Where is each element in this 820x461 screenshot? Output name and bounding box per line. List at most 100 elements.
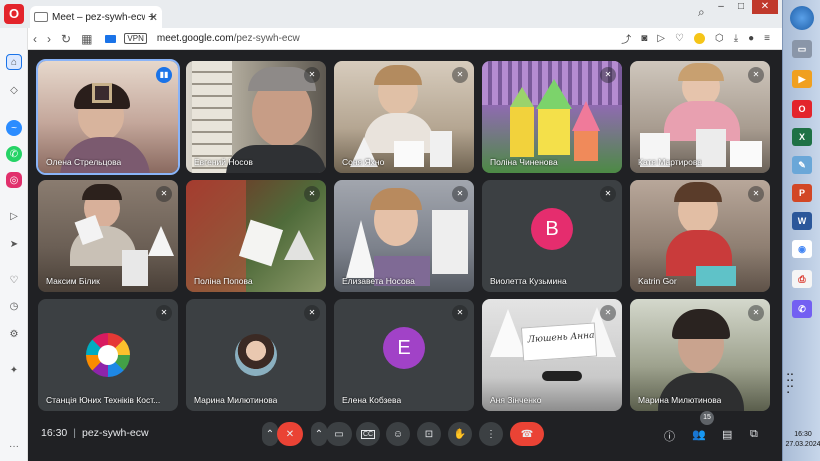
people-count-badge: 15 (700, 411, 714, 425)
sidebar-bulb-icon[interactable]: ✦ (6, 362, 22, 378)
mic-off-icon: ✕ (748, 186, 764, 202)
participant-tile[interactable]: ✕ Елизавета Носова (334, 180, 474, 292)
box-icon[interactable]: ⬡ (715, 33, 724, 44)
present-button[interactable]: ⊡ (417, 422, 441, 446)
clock-time: 16:30 (794, 431, 812, 438)
forward-icon[interactable]: › (47, 32, 51, 46)
participant-name: Елена Кобзева (342, 395, 402, 405)
back-icon[interactable]: ‹ (33, 32, 37, 46)
reload-icon[interactable]: ↻ (61, 32, 71, 46)
meeting-details-icon[interactable]: ⓘ (664, 428, 675, 444)
participant-tile[interactable]: ✕ Станція Юних Техніків Кост... (38, 299, 178, 411)
participant-tile[interactable]: ✕ Katrin Gor (630, 180, 770, 292)
opera-menu-icon[interactable]: O (4, 4, 24, 24)
send-icon[interactable]: ▷ (657, 33, 665, 44)
participant-tile[interactable]: ✕ Евгений Носов (186, 61, 326, 173)
sidebar-history-icon[interactable]: ◷ (6, 298, 22, 314)
snapshot-icon[interactable]: ◙ (641, 33, 647, 44)
taskbar-paint-icon[interactable]: ✎ (792, 156, 812, 174)
menu-icon[interactable]: ≡ (764, 33, 770, 44)
taskbar-chrome-icon[interactable]: ◉ (792, 240, 812, 258)
people-icon[interactable]: 👥 (692, 428, 706, 441)
meet-stage: ▮▮ Олена Стрельцова ✕ Евгений Носов ✕ Со… (28, 50, 782, 461)
speaking-indicator-icon: ▮▮ (156, 67, 172, 83)
download-icon[interactable]: ⤓ (734, 33, 738, 44)
windows-taskbar: ▭ ▶ O X ✎ P W ◉ ⎙ ✆ ▪ ▪ ▪ ▪ ▪ ▪ ▪ 16:30 27.… (782, 0, 820, 461)
taskbar-word-icon[interactable]: W (792, 212, 812, 230)
taskbar-pdf-icon[interactable]: ⎙ (792, 270, 812, 288)
url-field[interactable]: meet.google.com/pez-sywh-ecw (157, 33, 621, 44)
participant-tile[interactable]: ✕ Марина Милютинова (186, 299, 326, 411)
more-options-button[interactable]: ⋮ (479, 422, 503, 446)
sidebar-whatsapp-icon[interactable]: ✆ (6, 146, 22, 162)
share-icon[interactable]: ⤴ (621, 31, 631, 46)
participant-tile[interactable]: ✕ Катя Мартирова (630, 61, 770, 173)
mic-off-icon: ✕ (156, 305, 172, 321)
bookmark-heart-icon[interactable]: ♡ (675, 33, 684, 44)
participant-tile[interactable]: ✕ Поліна Чиненова (482, 61, 622, 173)
profile-icon[interactable]: ● (748, 33, 754, 44)
browser-tab-meet[interactable]: Meet – pez-sywh-ecw ✕ (30, 6, 162, 28)
taskbar-powerpoint-icon[interactable]: P (792, 184, 812, 202)
participant-tile[interactable]: Люшень Анна ✕ Аня Зінченко (482, 299, 622, 411)
mic-off-icon: ✕ (452, 186, 468, 202)
extension-icon[interactable] (693, 33, 705, 44)
activities-icon[interactable]: ⧉ (750, 428, 758, 441)
captions-icon: CC (360, 429, 376, 439)
leave-call-button[interactable]: ☎ (510, 422, 544, 446)
tray-icons[interactable]: ▪ ▪ ▪ ▪ ▪ ▪ ▪ (787, 372, 819, 396)
participant-tile[interactable]: ▮▮ Олена Стрельцова (36, 59, 180, 175)
taskbar-viber-icon[interactable]: ✆ (792, 300, 812, 318)
camera-options-button[interactable]: ⌃ (311, 422, 327, 446)
sidebar-speed-dial-icon[interactable]: ◇ (6, 82, 22, 98)
taskbar-excel-icon[interactable]: X (792, 128, 812, 146)
sidebar-heart-icon[interactable]: ♡ (6, 272, 22, 288)
system-clock[interactable]: 16:30 27.03.2024 (785, 430, 820, 450)
maximize-button[interactable]: □ (732, 0, 750, 14)
participant-name: Олена Стрельцова (46, 157, 122, 167)
participant-name: Максим Білик (46, 276, 100, 286)
address-bar: ‹ › ↻ ▦ VPN meet.google.com/pez-sywh-ecw… (28, 28, 782, 50)
mic-off-icon: ✕ (748, 305, 764, 321)
participant-tile[interactable]: ✕ Максим Білик (38, 180, 178, 292)
sidebar-send-icon[interactable]: ➤ (6, 236, 22, 252)
taskbar-drive-icon[interactable]: ▭ (792, 40, 812, 58)
windows-start-button[interactable] (790, 6, 814, 30)
sidebar-player-icon[interactable]: ▷ (6, 208, 22, 224)
minimize-button[interactable]: – (712, 0, 730, 14)
participant-tile[interactable]: ✕ Марина Милютинова (630, 299, 770, 411)
meet-favicon-icon (34, 12, 48, 22)
new-tab-button[interactable]: + (148, 8, 156, 24)
mic-off-icon: ✕ (452, 305, 468, 321)
sidebar-more-icon[interactable]: ··· (6, 438, 22, 454)
camera-icon: ▭ (334, 428, 344, 440)
participant-photo-avatar (235, 334, 277, 376)
camera-indicator-icon[interactable] (105, 34, 117, 43)
participant-name: Марина Милютинова (638, 395, 722, 405)
sidebar-home-icon[interactable]: ⌂ (6, 54, 22, 70)
taskbar-media-icon[interactable]: ▶ (792, 70, 812, 88)
participant-name: Виолетта Кузьмина (490, 276, 567, 286)
chat-icon[interactable]: ▤ (722, 428, 732, 441)
sidebar-settings-icon[interactable]: ⚙ (6, 326, 22, 342)
tab-search-icon[interactable]: ⌕ (698, 5, 705, 20)
reactions-button[interactable]: ☺ (386, 422, 410, 446)
toggle-camera-button[interactable]: ▭ (326, 422, 352, 446)
participant-tile[interactable]: ✕ Поліна Попова (186, 180, 326, 292)
mic-off-icon: ✕ (304, 67, 320, 83)
raise-hand-button[interactable]: ✋ (448, 422, 472, 446)
sidebar-instagram-icon[interactable]: ◎ (6, 172, 22, 188)
toggle-mic-button[interactable]: ✕ (277, 422, 303, 446)
mic-options-button[interactable]: ⌃ (262, 422, 278, 446)
vpn-badge[interactable]: VPN (124, 33, 147, 44)
captions-button[interactable]: CC (356, 422, 380, 446)
participant-tile[interactable]: ✕ Соня Яхно (334, 61, 474, 173)
meeting-time: 16:30 (41, 427, 68, 439)
participant-tile[interactable]: В ✕ Виолетта Кузьмина (482, 180, 622, 292)
close-window-button[interactable]: ✕ (752, 0, 778, 14)
tabs-grid-icon[interactable]: ▦ (81, 32, 92, 46)
taskbar-opera-icon[interactable]: O (792, 100, 812, 118)
sidebar-messenger-icon[interactable]: ~ (6, 120, 22, 136)
participant-tile[interactable]: Е ✕ Елена Кобзева (334, 299, 474, 411)
clock-date: 27.03.2024 (785, 441, 820, 448)
